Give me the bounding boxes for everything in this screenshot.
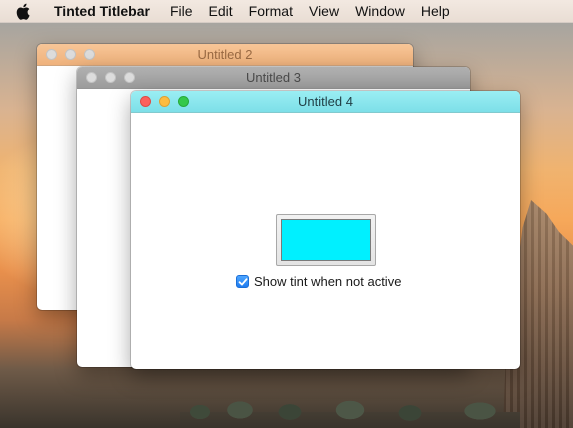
menu-app-name[interactable]: Tinted Titlebar (54, 0, 150, 22)
window-titlebar[interactable]: Untitled 4 (131, 91, 520, 113)
menu-format[interactable]: Format (249, 0, 293, 22)
menu-edit[interactable]: Edit (209, 0, 233, 22)
tint-color-swatch (281, 219, 371, 261)
wallpaper-trees (180, 398, 520, 428)
tint-color-well[interactable] (276, 214, 376, 266)
window-title: Untitled 2 (197, 47, 253, 62)
apple-logo-icon[interactable] (14, 0, 32, 22)
menu-window[interactable]: Window (355, 0, 405, 22)
window-title: Untitled 3 (246, 70, 301, 85)
menu-bar: Tinted Titlebar File Edit Format View Wi… (0, 0, 573, 23)
window-untitled-4[interactable]: Untitled 4 Show tint when not active (131, 91, 520, 369)
show-tint-checkbox[interactable] (236, 275, 249, 288)
menu-view[interactable]: View (309, 0, 339, 22)
checkmark-icon (238, 277, 247, 285)
window-title: Untitled 4 (298, 94, 353, 109)
show-tint-checkbox-label: Show tint when not active (254, 274, 402, 289)
window-titlebar[interactable]: Untitled 2 (37, 44, 413, 66)
show-tint-checkbox-row[interactable]: Show tint when not active (236, 274, 401, 289)
window-titlebar[interactable]: Untitled 3 (77, 67, 470, 89)
menu-file[interactable]: File (170, 0, 193, 22)
menu-help[interactable]: Help (421, 0, 450, 22)
